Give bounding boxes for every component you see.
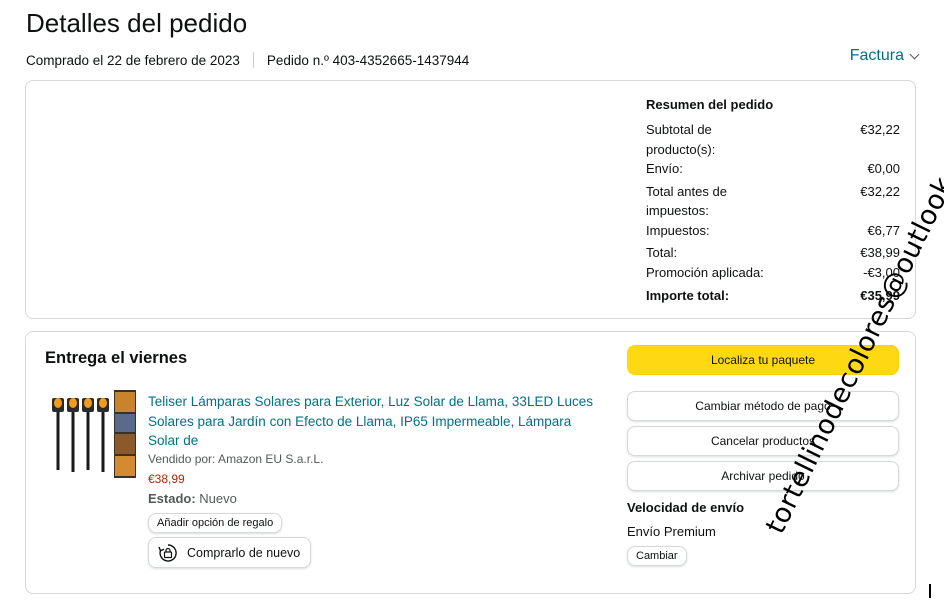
summary-row: Subtotal de producto(s): €32,22 <box>646 120 900 159</box>
divider <box>252 52 254 68</box>
buy-again-icon <box>158 543 177 562</box>
summary-row: Envío: €0,00 <box>646 159 900 179</box>
summary-row: Total: €38,99 <box>646 243 900 263</box>
condition-label: Estado: <box>148 491 196 506</box>
product-title-link[interactable]: Teliser Lámparas Solares para Exterior, … <box>148 392 598 451</box>
shipping-speed-value: Envío Premium <box>627 524 716 539</box>
summary-row: Promoción aplicada: -€3,00 <box>646 263 900 283</box>
buy-again-button[interactable]: Comprarlo de nuevo <box>148 537 312 568</box>
product-condition: Estado: Nuevo <box>148 491 237 506</box>
buy-again-label: Comprarlo de nuevo <box>187 545 301 560</box>
order-number: Pedido n.º 403-4352665-1437944 <box>266 52 470 68</box>
archive-order-button[interactable]: Archivar pedido <box>627 461 899 491</box>
shipping-speed-title: Velocidad de envío <box>627 500 745 515</box>
summary-title: Resumen del pedido <box>646 97 774 112</box>
summary-label: Impuestos: <box>646 222 710 238</box>
summary-value: €0,00 <box>867 161 900 176</box>
summary-value: €6,77 <box>867 222 900 238</box>
summary-label: Subtotal de producto(s): <box>646 122 716 157</box>
order-meta: Comprado el 22 de febrero de 2023 Pedido… <box>26 52 469 68</box>
summary-value: €32,22 <box>860 183 900 199</box>
invoice-dropdown[interactable]: Factura <box>849 47 920 65</box>
condition-value: Nuevo <box>199 491 237 506</box>
summary-value: €32,22 <box>860 122 900 137</box>
summary-label: Total antes de impuestos: <box>646 183 727 219</box>
summary-label: Promoción aplicada: <box>646 264 764 280</box>
summary-total-label: Importe total: <box>646 288 730 303</box>
order-summary-card: Resumen del pedido Subtotal de producto(… <box>25 80 916 319</box>
summary-label: Envío: <box>646 161 683 176</box>
delivery-card: Entrega el viernes Teliser Lámparas Sola… <box>25 331 916 594</box>
seller-info: Vendido por: Amazon EU S.a.r.L. <box>148 452 324 466</box>
page-title: Detalles del pedido <box>26 8 248 38</box>
invoice-label: Factura <box>849 47 904 64</box>
product-image[interactable] <box>48 390 136 480</box>
cancel-items-button[interactable]: Cancelar productos <box>627 426 899 456</box>
text-cursor <box>929 584 931 598</box>
product-price: €38,99 <box>148 472 185 486</box>
summary-row: Impuestos: €6,77 <box>646 221 900 241</box>
change-payment-button[interactable]: Cambiar método de pago <box>627 391 899 421</box>
summary-row: Total antes de impuestos: €32,22 <box>646 182 900 221</box>
chevron-down-icon <box>909 49 920 59</box>
summary-label: Total: <box>646 245 678 260</box>
summary-total-row: Importe total: €35,99 <box>646 286 900 306</box>
add-gift-option-button[interactable]: Añadir opción de regalo <box>148 513 283 533</box>
change-shipping-button[interactable]: Cambiar <box>627 546 687 566</box>
order-summary: Resumen del pedido Subtotal de producto(… <box>646 97 900 306</box>
delivery-title: Entrega el viernes <box>45 349 188 367</box>
purchase-date: Comprado el 22 de febrero de 2023 <box>26 52 240 68</box>
